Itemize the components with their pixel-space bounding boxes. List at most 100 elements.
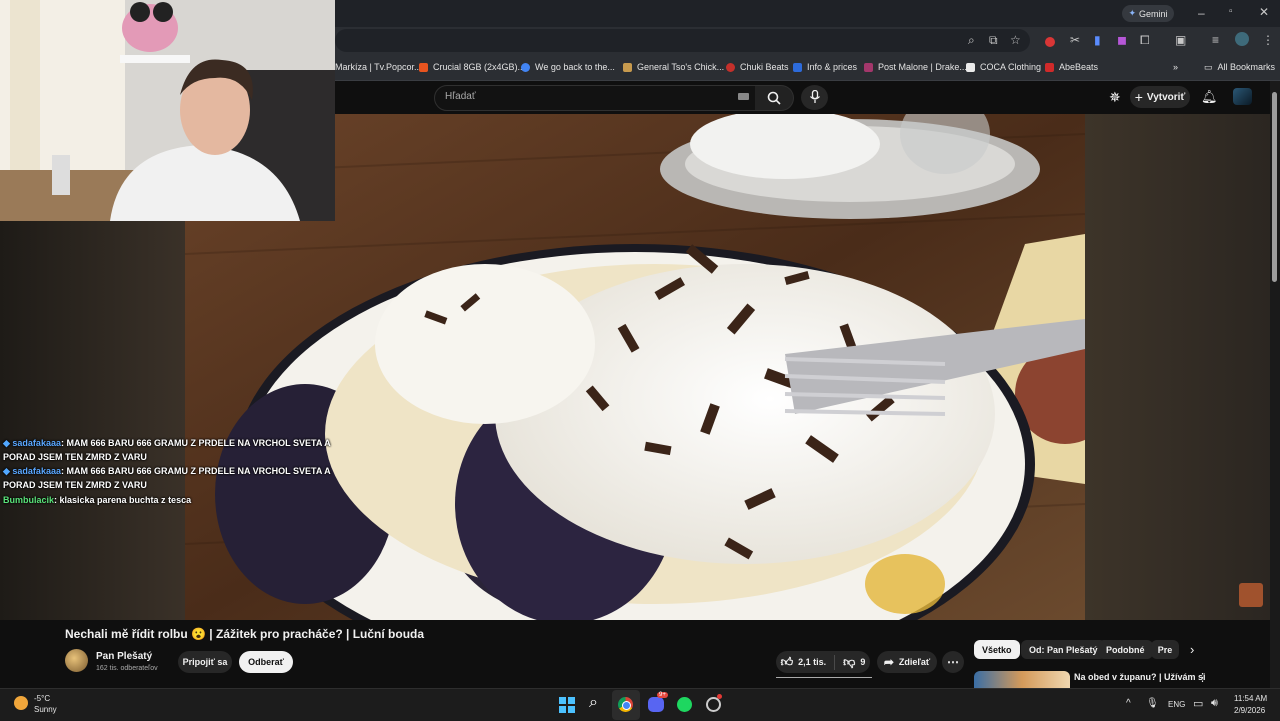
suggested-video-thumbnail[interactable]	[974, 671, 1070, 688]
extension-icon[interactable]	[1045, 37, 1055, 47]
subscribe-button[interactable]: Odberať	[239, 651, 293, 673]
dislike-count: 9	[860, 657, 866, 667]
chrome-icon-center	[622, 701, 631, 710]
browser-menu-icon[interactable]: ⋮	[1262, 34, 1274, 46]
windows-start-icon[interactable]	[559, 697, 575, 713]
side-panel-icon[interactable]: ▣	[1175, 34, 1186, 46]
chat-username: sadafakaaa	[12, 466, 61, 476]
address-bar[interactable]	[335, 29, 1030, 52]
channel-name[interactable]: Pan Plešatý	[96, 651, 152, 662]
spotify-icon[interactable]	[677, 697, 692, 712]
create-button[interactable]: + Vytvoriť	[1130, 86, 1190, 108]
bookmark-item[interactable]: General Tso's Chick...	[623, 54, 724, 80]
like-count: 2,1 tis.	[798, 657, 827, 667]
search-input[interactable]: Hľadať	[434, 85, 757, 111]
bookmark-item[interactable]: COCA Clothing	[966, 54, 1041, 80]
all-bookmarks[interactable]: ▭ All Bookmarks	[1204, 54, 1275, 80]
channel-avatar[interactable]	[65, 649, 88, 672]
share-label: Zdieľať	[898, 657, 931, 667]
bookmark-item[interactable]: We go back to the...	[521, 54, 615, 80]
gemini-label: Gemini	[1139, 8, 1168, 19]
like-underline	[776, 677, 872, 678]
media-controls-icon[interactable]: ≡	[1212, 34, 1219, 46]
bookmark-favicon	[623, 62, 632, 72]
volume-icon[interactable]: 🔊︎	[1211, 697, 1218, 710]
chip-from-channel[interactable]: Od: Pan Plešatý	[1021, 640, 1106, 659]
network-icon[interactable]: ▭	[1193, 697, 1203, 710]
chat-username: Bumbulacik	[3, 495, 55, 505]
folder-icon: ▭	[1204, 61, 1213, 72]
chat-message: ◆ sadafakaaa: MAM 666 BARU 666 GRAMU Z P…	[3, 464, 343, 492]
microphone-tray-icon[interactable]: 🎙︎	[1146, 698, 1159, 709]
chat-text: : klasicka parena buchta z tesca	[54, 495, 192, 505]
keyboard-icon[interactable]	[738, 93, 749, 100]
chat-message: Bumbulacik: klasicka parena buchta z tes…	[3, 493, 343, 507]
windows-taskbar: -5°C Sunny ⌕ 9+ ^ 🎙︎ ENG ▭ 🔊︎ 11:54 AM 2…	[0, 688, 1280, 721]
discord-badge: 9+	[657, 692, 668, 698]
extension-icon[interactable]: ▮	[1094, 34, 1101, 46]
weather-condition: Sunny	[34, 705, 57, 714]
tray-overflow-icon[interactable]: ^	[1126, 698, 1131, 709]
account-avatar[interactable]	[1233, 88, 1252, 105]
weather-icon	[14, 696, 28, 710]
restore-icon[interactable]: ▫	[1229, 7, 1233, 17]
zoom-icon[interactable]: ⌕	[968, 34, 975, 46]
clock-time[interactable]: 11:54 AM	[1234, 694, 1267, 703]
bookmark-item[interactable]: Info & prices	[793, 54, 857, 80]
subscriber-count: 162 tis. odberateľov	[96, 665, 158, 672]
webcam-image	[0, 0, 335, 221]
share-button[interactable]: ➦ Zdieľať	[877, 651, 937, 673]
microphone-icon	[810, 90, 820, 103]
scrollbar-thumb[interactable]	[1272, 92, 1277, 282]
close-window-icon[interactable]: ✕	[1259, 6, 1269, 18]
suggested-video-title[interactable]: Na obed v županu? | Užívám si	[1074, 672, 1206, 682]
profile-avatar[interactable]	[1235, 32, 1249, 46]
bookmark-item[interactable]: Post Malone | Drake...	[864, 54, 967, 80]
dislike-button[interactable]: 👎︎ 9	[835, 655, 865, 670]
video-ambient-right	[1085, 114, 1270, 620]
suggested-more-icon[interactable]: ⋮	[1197, 671, 1208, 684]
chat-message: ◆ sadafakaaa: MAM 666 BARU 666 GRAMU Z P…	[3, 436, 343, 464]
clock-date[interactable]: 2/9/2026	[1234, 706, 1265, 715]
create-label: Vytvoriť	[1146, 91, 1186, 103]
install-app-icon[interactable]: ⧉	[989, 34, 998, 46]
chat-badge-icon: ◆	[3, 438, 13, 448]
video-title: Nechali mě řídit rolbu 😮 | Zážitek pro p…	[65, 627, 425, 641]
bookmark-item[interactable]: Markíza | Tv.Popcor...	[335, 54, 422, 80]
minimize-icon[interactable]: –	[1198, 7, 1205, 19]
taskbar-search-icon[interactable]: ⌕	[589, 694, 598, 712]
gemini-sparkle-icon[interactable]: ✵	[1109, 89, 1121, 106]
bookmarks-overflow-icon[interactable]: »	[1173, 54, 1178, 80]
voice-search-button[interactable]	[801, 85, 828, 110]
search-placeholder: Hľadať	[445, 91, 476, 102]
chevron-right-icon[interactable]: ›	[1190, 642, 1194, 657]
chip-related[interactable]: Podobné	[1098, 640, 1153, 659]
bookmark-item[interactable]: AbeBeats	[1045, 54, 1098, 80]
like-dislike-group: 👍︎ 2,1 tis. 👎︎ 9	[776, 651, 870, 673]
search-button[interactable]	[755, 85, 794, 111]
like-button[interactable]: 👍︎ 2,1 tis.	[780, 654, 836, 670]
extension-icon[interactable]: ✂	[1070, 34, 1080, 46]
bookmark-item[interactable]: Crucial 8GB (2x4GB)...	[419, 54, 525, 80]
webcam-overlay	[0, 0, 335, 221]
bookmark-item[interactable]: Chuki Beats	[726, 54, 789, 80]
discord-icon[interactable]	[648, 697, 664, 712]
join-button[interactable]: Pripojiť sa	[178, 651, 232, 673]
chat-username: sadafakaaa	[12, 438, 61, 448]
bookmark-star-icon[interactable]: ☆	[1010, 34, 1021, 46]
chip-all[interactable]: Všetko	[974, 640, 1020, 659]
bookmark-favicon	[793, 62, 802, 72]
streamer-avatar	[1239, 583, 1263, 607]
more-actions-button[interactable]: ⋯	[942, 651, 964, 673]
language-indicator[interactable]: ENG	[1168, 700, 1185, 709]
gemini-button[interactable]: ✦ Gemini	[1122, 5, 1174, 22]
gemini-icon: ✦	[1128, 8, 1137, 18]
extensions-puzzle-icon[interactable]: ⧠	[1140, 34, 1150, 46]
share-icon: ➦	[883, 655, 894, 669]
notifications-bell-icon[interactable]: 🔔︎	[1201, 89, 1218, 105]
extension-icon[interactable]: ◼	[1117, 34, 1127, 46]
recording-indicator	[717, 694, 722, 699]
thumbs-up-icon: 👍︎	[780, 654, 794, 669]
chip-for-you[interactable]: Pre	[1151, 640, 1179, 659]
obs-icon[interactable]	[706, 697, 721, 712]
